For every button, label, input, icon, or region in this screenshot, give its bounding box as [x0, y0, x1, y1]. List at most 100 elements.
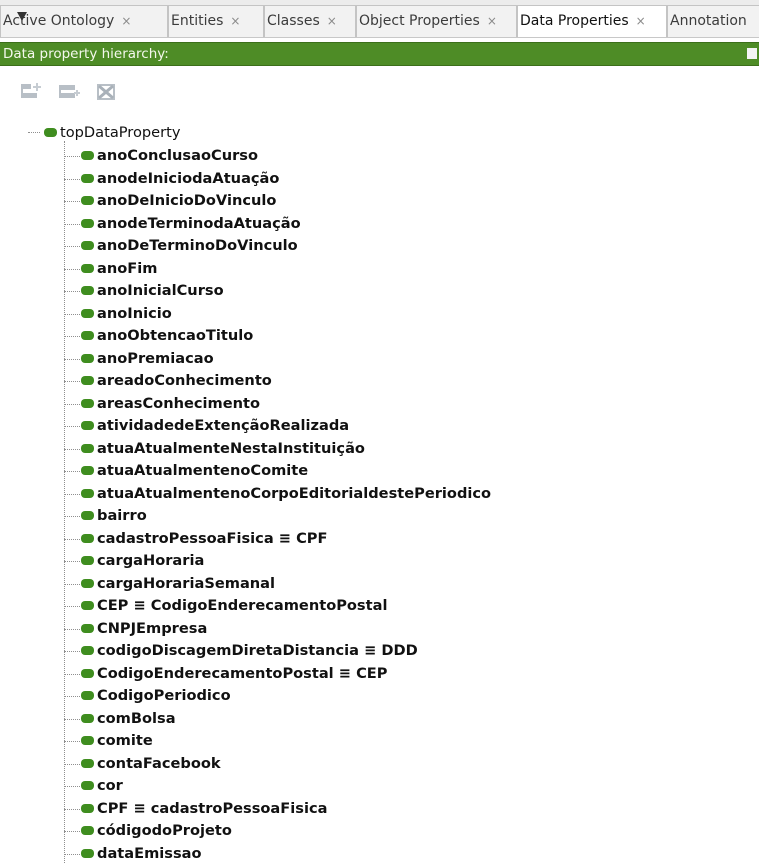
tree-guide-line [64, 629, 80, 630]
add-subproperty-button[interactable] [19, 80, 45, 104]
tree-item-label: anoObtencaoTitulo [97, 327, 254, 344]
data-property-icon [81, 714, 94, 723]
tab-object-properties[interactable]: Object Properties × [356, 5, 517, 37]
tree-item-label: CNPJEmpresa [97, 620, 208, 637]
data-property-icon [81, 534, 94, 543]
data-property-icon [81, 601, 94, 610]
tree-guide-line [64, 651, 80, 652]
tree-guide-line [64, 404, 80, 405]
tree-guide-line [28, 132, 40, 133]
tree-item-label: anodeIniciodaAtuação [97, 170, 280, 187]
close-icon[interactable]: × [121, 14, 131, 28]
tree-guide-line [64, 606, 80, 607]
tab-bar: Active Ontology × Entities × Classes × Obje… [0, 0, 759, 38]
data-property-icon [81, 669, 94, 678]
hierarchy-toolbar [0, 66, 759, 118]
tree-guide-line [64, 314, 80, 315]
delete-property-button[interactable] [95, 80, 121, 104]
tree-guide-line [64, 539, 80, 540]
tree-guide-line [64, 201, 80, 202]
add-sibling-button[interactable] [57, 80, 83, 104]
tree-item-label: contaFacebook [97, 755, 221, 772]
data-property-icon [81, 759, 94, 768]
data-property-icon [81, 286, 94, 295]
tree-item-label: cor [97, 777, 123, 794]
tree-guide-line [64, 809, 80, 810]
data-property-icon [81, 646, 94, 655]
tree-item-label: cadastroPessoaFisica ≡ CPF [97, 530, 328, 547]
data-property-icon [81, 331, 94, 340]
tree-item-label: cargaHoraria [97, 552, 205, 569]
tab-label: Annotation [670, 13, 747, 29]
tab-classes[interactable]: Classes × [264, 5, 356, 37]
tree-guide-line [64, 719, 80, 720]
tree-guide-line [64, 516, 80, 517]
data-property-icon [81, 399, 94, 408]
close-icon[interactable]: × [487, 14, 497, 28]
data-property-icon [81, 556, 94, 565]
view-header: Data property hierarchy: [0, 42, 759, 66]
data-property-icon [81, 196, 94, 205]
data-property-icon [81, 466, 94, 475]
tree-guide-line [64, 674, 80, 675]
add-sibling-icon [59, 85, 80, 98]
tab-active-ontology[interactable]: Active Ontology × [0, 5, 168, 37]
tab-label: Entities [171, 13, 224, 29]
close-icon[interactable]: × [636, 14, 646, 28]
tree-item-label: dataEmissao [97, 845, 202, 862]
tree-guide-line [64, 269, 80, 270]
tree-item-label: areasConhecimento [97, 395, 261, 412]
tab-data-properties[interactable]: Data Properties × [517, 5, 667, 37]
close-icon[interactable]: × [230, 14, 240, 28]
tree-guide-line [64, 246, 80, 247]
tree-guide-line [64, 561, 80, 562]
tree-guide-line [64, 584, 80, 585]
tree-guide-line [64, 471, 80, 472]
data-property-icon [81, 736, 94, 745]
tree-guide-line [64, 336, 80, 337]
view-options-icon[interactable] [747, 48, 757, 59]
tree-item-label: bairro [97, 507, 147, 524]
tree-guide-line [64, 449, 80, 450]
tree-guide-line [64, 786, 80, 787]
data-property-icon [81, 174, 94, 183]
tree-item-label: CPF ≡ cadastroPessoaFisica [97, 800, 328, 817]
delete-property-icon [97, 84, 115, 100]
tree-item-label: comite [97, 732, 153, 749]
tree-item-label: codigoDiscagemDiretaDistancia ≡ DDD [97, 642, 418, 659]
close-icon[interactable]: × [327, 14, 337, 28]
tab-label: Data Properties [520, 13, 629, 29]
data-property-icon [81, 376, 94, 385]
tab-annotation[interactable]: Annotation [667, 5, 759, 37]
data-property-icon [81, 849, 94, 858]
tab-entities[interactable]: Entities × [168, 5, 264, 37]
tree-item-label: anoInicio [97, 305, 172, 322]
tree-item-label: CodigoPeriodico [97, 687, 231, 704]
data-property-icon [81, 691, 94, 700]
tree-item-label: anoInicialCurso [97, 282, 224, 299]
tree-item-label: comBolsa [97, 710, 176, 727]
tree-item-label: atividadedeExtençãoRealizada [97, 417, 350, 434]
tree-guide-line [64, 141, 65, 863]
data-property-icon [81, 354, 94, 363]
tree-guide-line [64, 741, 80, 742]
tree-item-label: CodigoEnderecamentoPostal ≡ CEP [97, 665, 388, 682]
protege-window: Active Ontology × Entities × Classes × Obje… [0, 0, 759, 863]
data-property-icon [81, 489, 94, 498]
tab-label: Object Properties [359, 13, 480, 29]
tree-guide-line [64, 764, 80, 765]
tree-guide-line [64, 291, 80, 292]
data-property-icon [81, 219, 94, 228]
tree-item-label: atuaAtualmentenoComite [97, 462, 309, 479]
view-title: Data property hierarchy: [3, 46, 169, 62]
tree-guide-line [64, 696, 80, 697]
tree-item-label: anoPremiacao [97, 350, 214, 367]
collapse-toggle-icon[interactable] [17, 12, 27, 21]
tree-root-label: topDataProperty [60, 124, 181, 141]
data-property-icon [81, 826, 94, 835]
tree-guide-line [64, 494, 80, 495]
data-property-icon [81, 309, 94, 318]
tree-guide-line [64, 359, 80, 360]
tree-item-label: cargaHorariaSemanal [97, 575, 276, 592]
add-subproperty-icon [21, 83, 41, 98]
